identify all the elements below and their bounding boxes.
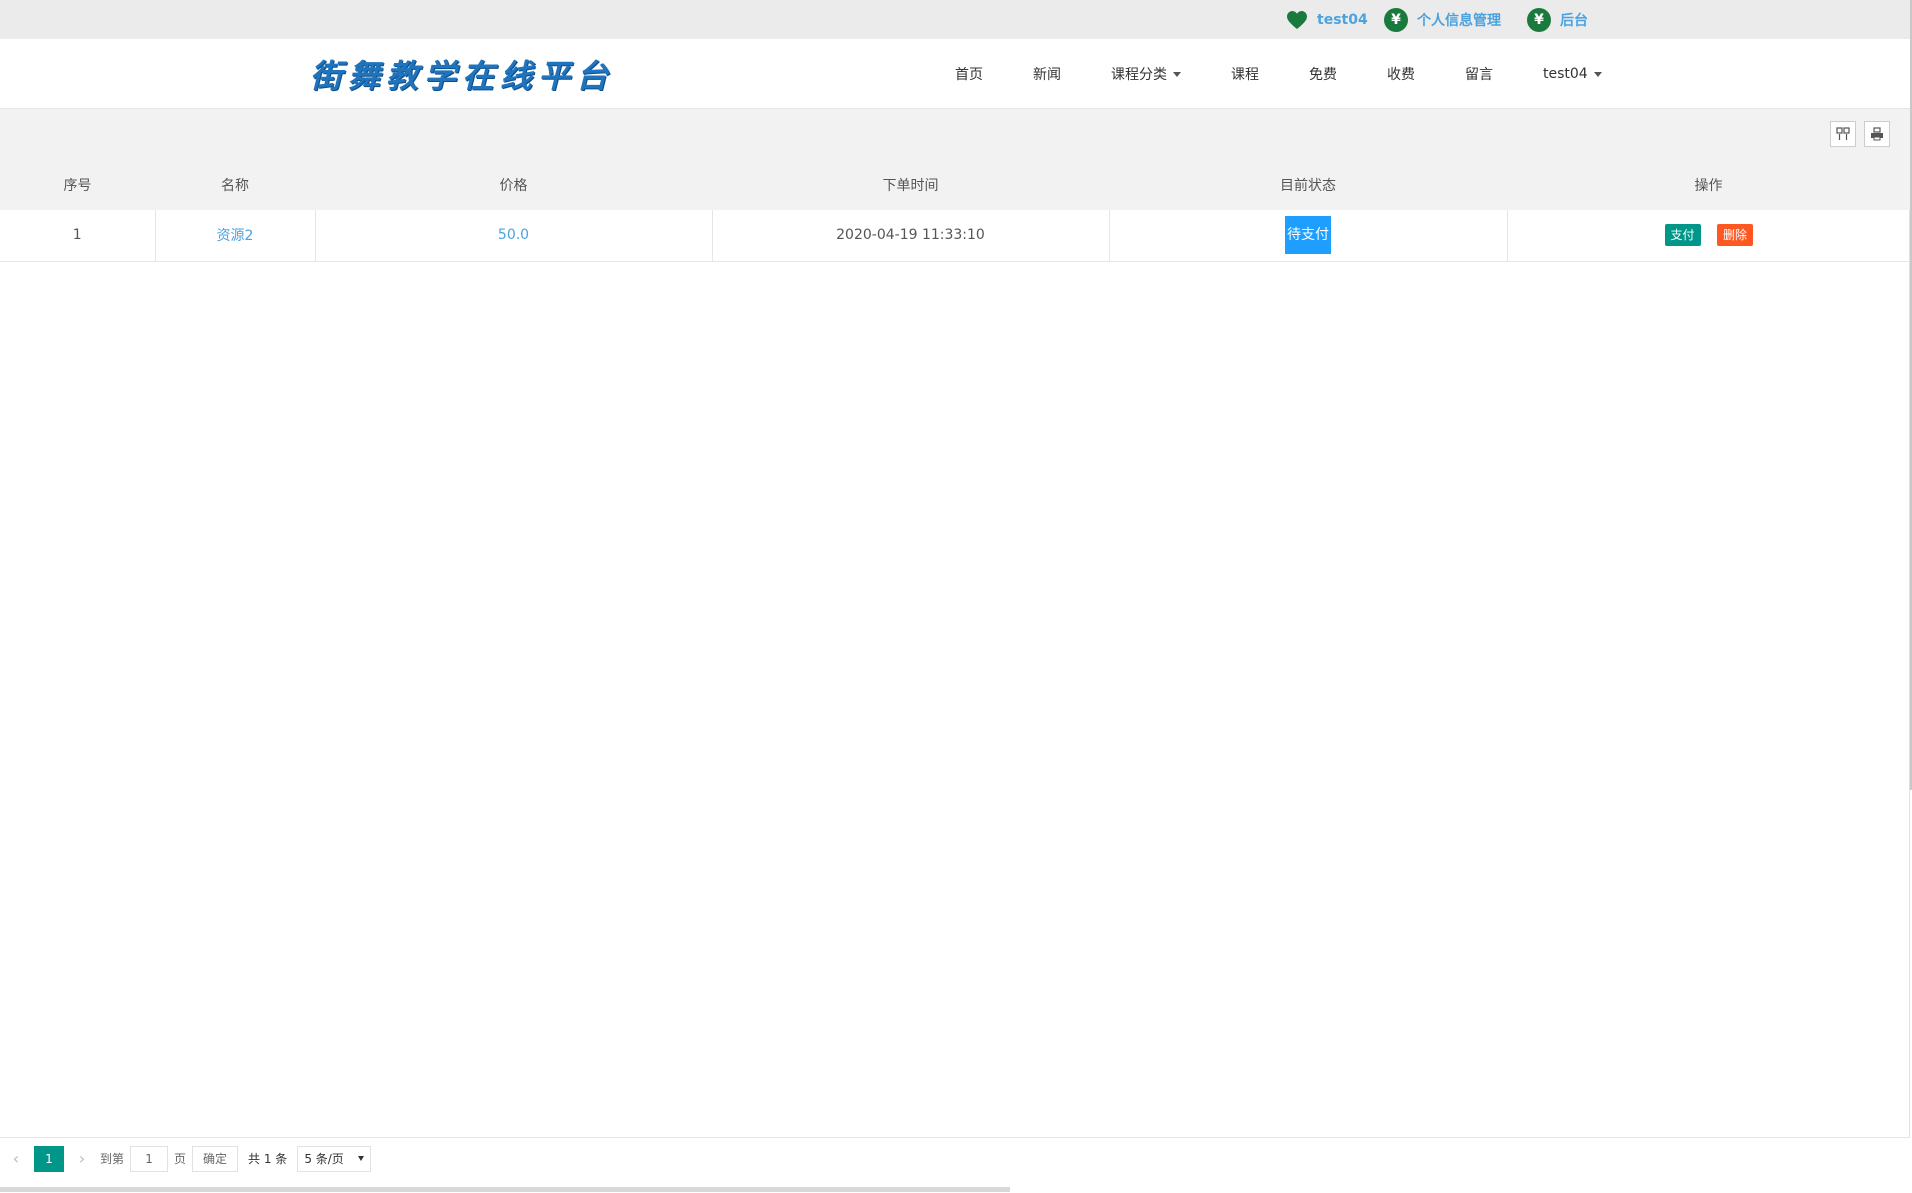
pay-button[interactable]: 支付 bbox=[1664, 224, 1701, 247]
columns-icon bbox=[1836, 127, 1850, 140]
total-count: 共 1 条 bbox=[248, 1152, 288, 1166]
cell-price: 50.0 bbox=[315, 210, 713, 262]
prev-page-icon[interactable]: ‹ bbox=[8, 1149, 24, 1168]
profile-link[interactable]: ¥ 个人信息管理 bbox=[1384, 7, 1501, 33]
page-skip: 到第 1 页 确定 bbox=[100, 1145, 239, 1172]
nav-free[interactable]: 免费 bbox=[1284, 39, 1362, 109]
admin-link-label: 后台 bbox=[1560, 13, 1588, 29]
user-link-label: test04 bbox=[1317, 12, 1368, 28]
cell-status: 待支付 bbox=[1109, 210, 1508, 262]
nav-message[interactable]: 留言 bbox=[1440, 39, 1518, 109]
nav-category[interactable]: 课程分类 bbox=[1086, 39, 1206, 109]
print-icon bbox=[1871, 127, 1883, 141]
nav-user[interactable]: test04 bbox=[1518, 39, 1627, 109]
heart-icon bbox=[1286, 10, 1308, 30]
price-value: 50.0 bbox=[497, 227, 530, 244]
goto-label: 到第 bbox=[100, 1152, 125, 1166]
cell-index: 1 bbox=[0, 210, 156, 262]
table-header-row: 序号 名称 价格 下单时间 目前状态 操作 bbox=[0, 159, 1910, 210]
horizontal-scrollbar[interactable] bbox=[0, 1187, 1010, 1192]
page-size-value: 5 条/页 bbox=[304, 1152, 344, 1166]
confirm-page-button[interactable]: 确定 bbox=[192, 1145, 239, 1172]
yuan-icon: ¥ bbox=[1384, 8, 1408, 32]
admin-link[interactable]: ¥ 后台 bbox=[1527, 7, 1588, 33]
nav-paid[interactable]: 收费 bbox=[1362, 39, 1440, 109]
page-size-select[interactable]: 5 条/页 bbox=[297, 1145, 371, 1172]
status-badge: 待支付 bbox=[1285, 216, 1331, 255]
dropdown-arrow-icon bbox=[357, 1156, 364, 1161]
site-logo[interactable]: 街舞教学在线平台 bbox=[310, 51, 614, 97]
print-button[interactable] bbox=[1864, 121, 1890, 147]
caret-down-icon bbox=[1173, 71, 1181, 77]
col-price-header[interactable]: 价格 bbox=[315, 159, 712, 210]
col-status-header[interactable]: 目前状态 bbox=[1109, 159, 1507, 210]
caret-down-icon bbox=[1593, 71, 1602, 77]
cell-name: 资源2 bbox=[155, 210, 316, 262]
nav-courses[interactable]: 课程 bbox=[1206, 39, 1284, 109]
main-header: 街舞教学在线平台 首页 新闻 课程分类 课程 免费 收费 留言 test04 bbox=[0, 39, 1912, 109]
yuan-icon: ¥ bbox=[1527, 8, 1551, 32]
resource-link[interactable]: 资源2 bbox=[217, 228, 254, 244]
orders-panel: 序号 名称 价格 下单时间 目前状态 操作 1 资源2 50.0 2020-04… bbox=[0, 109, 1910, 1137]
col-time-header[interactable]: 下单时间 bbox=[712, 159, 1109, 210]
cell-actions: 支付 删除 bbox=[1507, 210, 1910, 262]
main-nav: 首页 新闻 课程分类 课程 免费 收费 留言 test04 bbox=[930, 39, 1627, 109]
pagination: ‹ 1 › 到第 1 页 确定 共 1 条 5 条/页 bbox=[0, 1137, 1910, 1179]
table-row: 1 资源2 50.0 2020-04-19 11:33:10 待支付 支付 删除 bbox=[0, 210, 1910, 262]
next-page-icon[interactable]: › bbox=[74, 1149, 90, 1168]
table-toolbar bbox=[0, 109, 1910, 159]
nav-news[interactable]: 新闻 bbox=[1008, 39, 1086, 109]
col-actions-header[interactable]: 操作 bbox=[1507, 159, 1910, 210]
user-link[interactable]: test04 bbox=[1286, 7, 1368, 33]
delete-button[interactable]: 删除 bbox=[1716, 224, 1753, 247]
col-name-header[interactable]: 名称 bbox=[155, 159, 315, 210]
columns-filter-button[interactable] bbox=[1830, 121, 1856, 147]
col-index-header[interactable]: 序号 bbox=[0, 159, 155, 210]
orders-table: 序号 名称 价格 下单时间 目前状态 操作 1 资源2 50.0 2020-04… bbox=[0, 159, 1910, 262]
profile-link-label: 个人信息管理 bbox=[1417, 13, 1501, 29]
page-number-input[interactable]: 1 bbox=[130, 1145, 169, 1172]
nav-category-label: 课程分类 bbox=[1111, 67, 1167, 83]
current-page[interactable]: 1 bbox=[34, 1145, 64, 1172]
page-unit-label: 页 bbox=[174, 1152, 187, 1166]
top-bar: test04 ¥ 个人信息管理 ¥ 后台 bbox=[0, 0, 1912, 39]
cell-order-time: 2020-04-19 11:33:10 bbox=[712, 210, 1110, 262]
nav-user-label: test04 bbox=[1543, 66, 1588, 82]
nav-home[interactable]: 首页 bbox=[930, 39, 1008, 109]
